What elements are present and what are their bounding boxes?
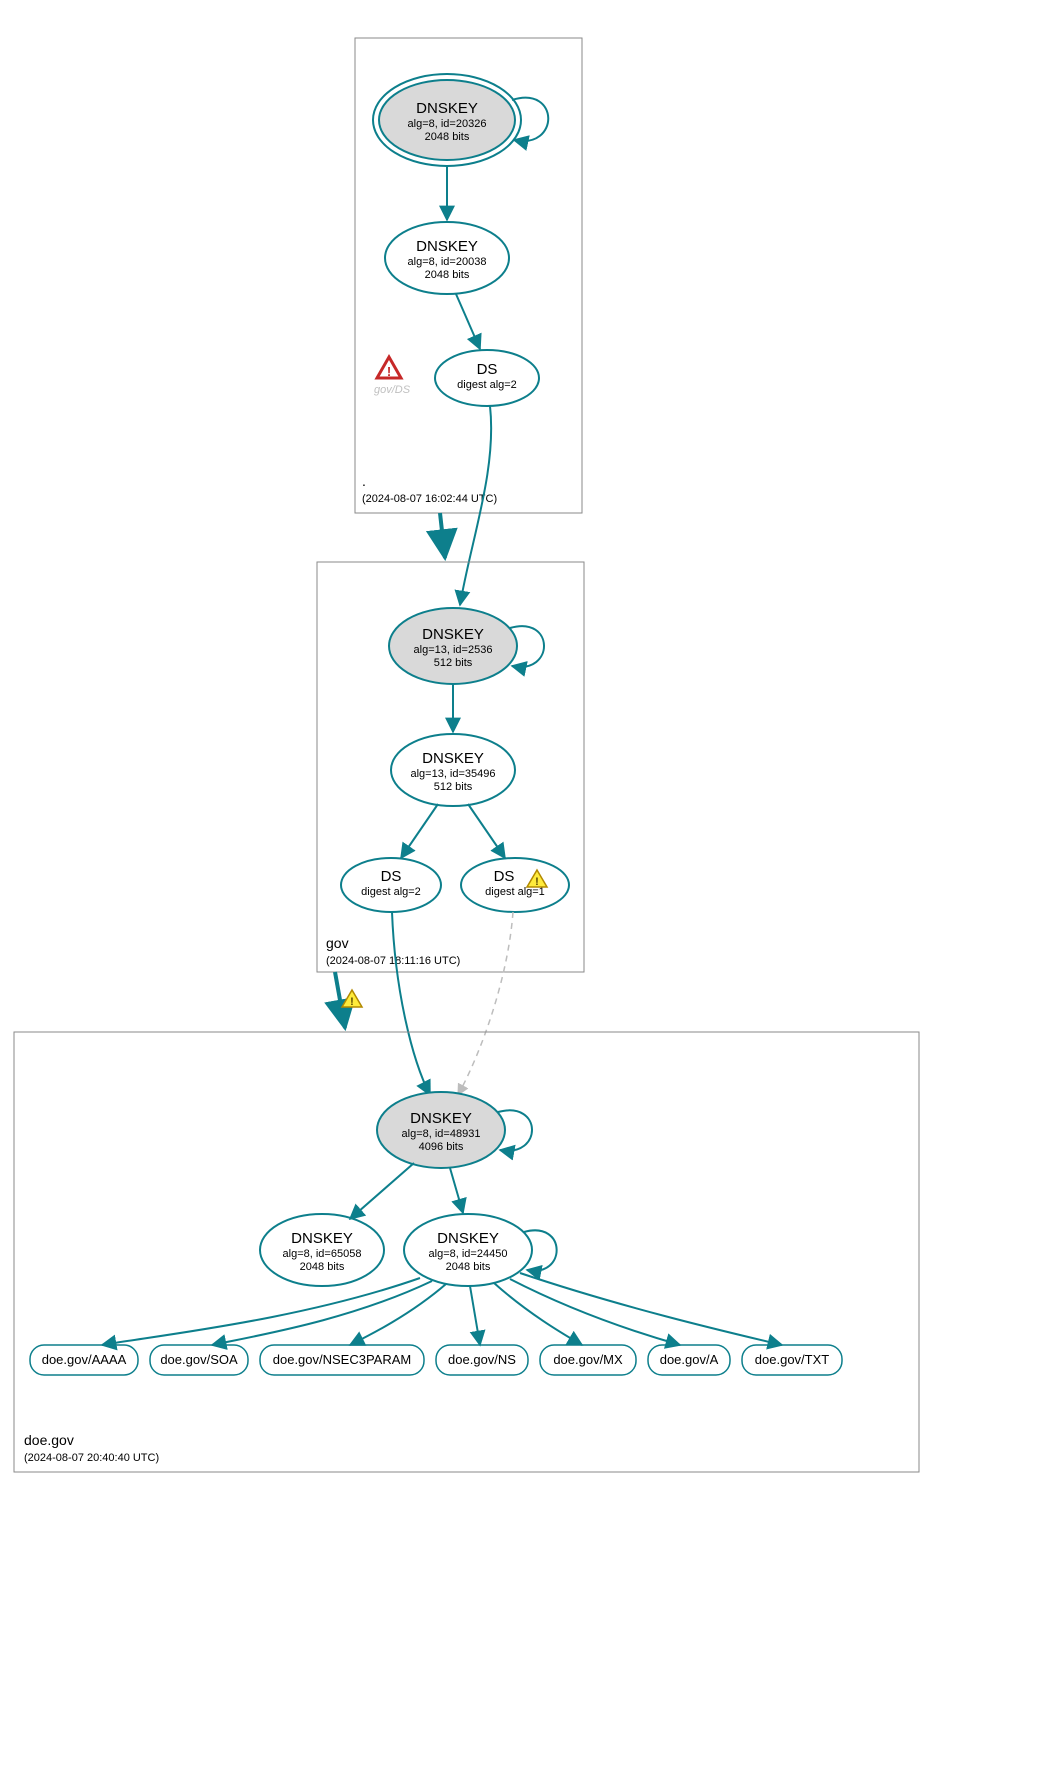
svg-text:alg=8, id=20326: alg=8, id=20326 (408, 118, 487, 130)
svg-text:2048 bits: 2048 bits (446, 1261, 491, 1273)
dnssec-graph: . (2024-08-07 16:02:44 UTC) DNSKEY alg=8… (0, 0, 1064, 1778)
svg-text:doe.gov/A: doe.gov/A (660, 1352, 719, 1367)
svg-text:DNSKEY: DNSKEY (422, 750, 484, 767)
root-ds-to-gov-ksk-edge (460, 406, 491, 605)
zone-gov: gov (2024-08-07 18:11:16 UTC) DNSKEY alg… (317, 562, 584, 972)
zone-gov-name: gov (326, 935, 349, 951)
svg-text:DNSKEY: DNSKEY (422, 626, 484, 643)
svg-text:512 bits: 512 bits (434, 657, 473, 669)
zone-doe-name: doe.gov (24, 1432, 74, 1448)
svg-text:!: ! (535, 876, 539, 888)
zone-gov-timestamp: (2024-08-07 18:11:16 UTC) (326, 955, 460, 967)
warning-root-ghost: ! gov/DS (374, 357, 411, 396)
zone-doe-timestamp: (2024-08-07 20:40:40 UTC) (24, 1452, 159, 1464)
svg-text:alg=13, id=35496: alg=13, id=35496 (410, 768, 495, 780)
gov-ds1-to-doe-ksk-edge (392, 912, 430, 1095)
zone-root-name: . (362, 473, 366, 489)
zone-doe: doe.gov (2024-08-07 20:40:40 UTC) DNSKEY… (14, 1032, 919, 1472)
svg-text:!: ! (387, 364, 391, 379)
root-zsk-to-ds-edge (456, 294, 480, 349)
svg-text:DNSKEY: DNSKEY (410, 1110, 472, 1127)
root-zsk-node: DNSKEY alg=8, id=20038 2048 bits (385, 222, 509, 294)
svg-text:alg=8, id=65058: alg=8, id=65058 (283, 1248, 362, 1260)
zone-root-timestamp: (2024-08-07 16:02:44 UTC) (362, 493, 497, 505)
svg-text:alg=8, id=24450: alg=8, id=24450 (429, 1248, 508, 1260)
svg-text:DNSKEY: DNSKEY (291, 1230, 353, 1247)
svg-text:doe.gov/TXT: doe.gov/TXT (755, 1352, 829, 1367)
gov-ds2-to-doe-ksk-edge (458, 912, 513, 1095)
svg-text:doe.gov/NSEC3PARAM: doe.gov/NSEC3PARAM (273, 1352, 412, 1367)
svg-text:DNSKEY: DNSKEY (416, 238, 478, 255)
svg-text:2048 bits: 2048 bits (300, 1261, 345, 1273)
svg-text:digest alg=2: digest alg=2 (361, 886, 421, 898)
svg-text:2048 bits: 2048 bits (425, 131, 470, 143)
doe-ksk-to-zsk2-edge (450, 1168, 463, 1213)
svg-text:DS: DS (477, 361, 498, 378)
svg-text:2048 bits: 2048 bits (425, 269, 470, 281)
doe-ksk-to-zsk1-edge (350, 1163, 414, 1219)
svg-text:alg=8, id=48931: alg=8, id=48931 (402, 1128, 481, 1140)
doe-ksk-node: DNSKEY alg=8, id=48931 4096 bits (377, 1092, 505, 1168)
doe-zsk1-node: DNSKEY alg=8, id=65058 2048 bits (260, 1214, 384, 1286)
zone-root: . (2024-08-07 16:02:44 UTC) DNSKEY alg=8… (355, 38, 582, 513)
root-to-gov-zone-edge (440, 513, 445, 558)
root-ksk-node: DNSKEY alg=8, id=20326 2048 bits (373, 74, 521, 166)
svg-text:4096 bits: 4096 bits (419, 1141, 464, 1153)
gov-ds1-node: DS digest alg=2 (341, 858, 441, 912)
svg-text:DS: DS (494, 868, 515, 885)
svg-text:doe.gov/NS: doe.gov/NS (448, 1352, 516, 1367)
svg-text:doe.gov/SOA: doe.gov/SOA (160, 1352, 238, 1367)
gov-ksk-node: DNSKEY alg=13, id=2536 512 bits (389, 608, 517, 684)
gov-ds2-node: DS digest alg=1 ! (461, 858, 569, 912)
svg-text:!: ! (350, 996, 354, 1008)
svg-text:alg=8, id=20038: alg=8, id=20038 (408, 256, 487, 268)
svg-text:doe.gov/AAAA: doe.gov/AAAA (42, 1352, 127, 1367)
svg-text:alg=13, id=2536: alg=13, id=2536 (414, 644, 493, 656)
svg-text:DNSKEY: DNSKEY (416, 100, 478, 117)
warning-icon-zone-edge: ! (342, 990, 362, 1008)
svg-text:512 bits: 512 bits (434, 781, 473, 793)
gov-zsk-node: DNSKEY alg=13, id=35496 512 bits (391, 734, 515, 806)
svg-text:DS: DS (381, 868, 402, 885)
svg-text:DNSKEY: DNSKEY (437, 1230, 499, 1247)
gov-to-doe-zone-edge (335, 972, 345, 1028)
root-ds-node: DS digest alg=2 (435, 350, 539, 406)
svg-text:gov/DS: gov/DS (374, 384, 411, 396)
gov-zsk-to-ds2-edge (468, 804, 505, 858)
svg-text:digest alg=2: digest alg=2 (457, 379, 517, 391)
svg-text:doe.gov/MX: doe.gov/MX (553, 1352, 623, 1367)
doe-zsk2-node: DNSKEY alg=8, id=24450 2048 bits (404, 1214, 532, 1286)
gov-zsk-to-ds1-edge (401, 804, 438, 858)
